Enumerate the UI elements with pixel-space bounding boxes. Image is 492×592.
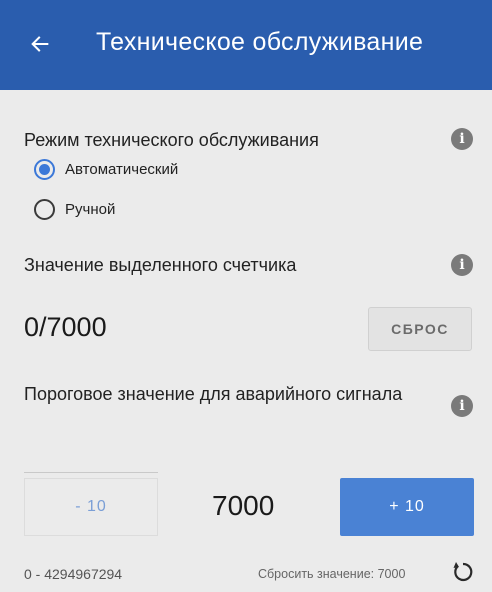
counter-section-title: Значение выделенного счетчика <box>24 255 297 275</box>
counter-value: 0/7000 <box>24 312 107 342</box>
app-bar: Техническое обслуживание <box>0 0 492 90</box>
threshold-range: 0 - 4294967294 <box>24 566 123 582</box>
arrow-left-icon <box>31 36 49 52</box>
undo-icon <box>453 562 473 582</box>
page-title: Техническое обслуживание <box>96 28 424 56</box>
reset-value-label: Сбросить значение: 7000 <box>258 567 406 581</box>
radio-unchecked-icon <box>34 198 55 220</box>
reset-value-button[interactable] <box>450 559 476 585</box>
reset-counter-button[interactable]: СБРОС <box>368 307 472 351</box>
radio-manual[interactable]: Ручной <box>34 197 115 221</box>
threshold-section-title: Пороговое значение для аварийного сигнал… <box>24 384 403 404</box>
counter-info-icon[interactable]: i <box>451 254 473 276</box>
threshold-info-icon[interactable]: i <box>451 395 473 417</box>
threshold-value[interactable]: 7000 <box>212 490 274 522</box>
radio-manual-label: Ручной <box>65 200 116 218</box>
increment-button[interactable]: + 10 <box>340 478 474 536</box>
mode-info-icon[interactable]: i <box>451 128 473 150</box>
mode-section-title: Режим технического обслуживания <box>24 130 319 150</box>
back-button[interactable] <box>22 24 58 64</box>
radio-checked-icon <box>34 158 55 180</box>
radio-automatic[interactable]: Автоматический <box>34 157 178 181</box>
radio-automatic-label: Автоматический <box>65 160 179 178</box>
stepper-divider <box>24 472 158 473</box>
decrement-button[interactable]: - 10 <box>24 478 158 536</box>
